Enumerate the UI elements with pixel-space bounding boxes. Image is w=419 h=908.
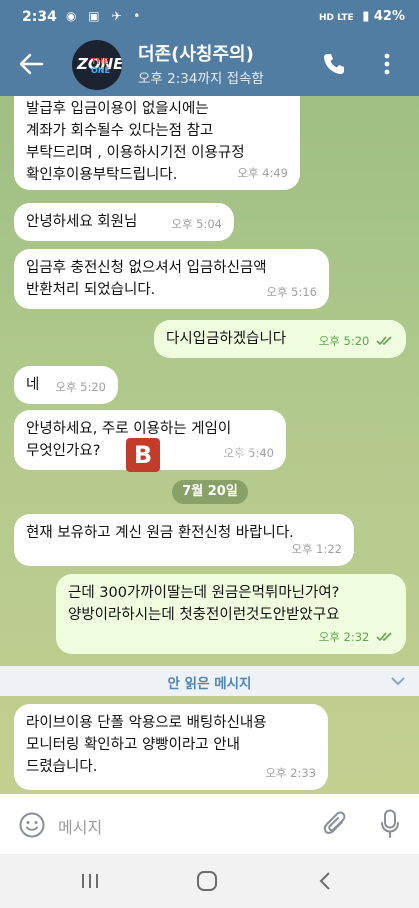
message-bubble[interactable]: 발급후 입금이용이 없을시에는 계좌가 회수될수 있다는점 참고 부탁드리며 ,… [14, 96, 300, 190]
message-time: 오후 2:33 [265, 766, 316, 780]
signal-icon: ▮ [362, 9, 370, 24]
unread-label: 안 읽은 메시지 [167, 676, 252, 692]
message-time: 오후 4:49 [237, 166, 288, 180]
chat-area[interactable]: 발급후 입금이용이 없을시에는 계좌가 회수될수 있다는점 참고 부탁드리며 ,… [0, 96, 419, 794]
chevron-down-icon[interactable] [391, 675, 405, 687]
message-text: 안녕하세요, 주로 이용하는 게임이 [26, 421, 232, 437]
microphone-icon[interactable] [380, 809, 400, 839]
unread-divider: 안 읽은 메시지 [0, 666, 419, 696]
message-text: 입금후 충전신청 없으셔서 입금하신금액 [26, 260, 267, 276]
message-time-text: 오후 5:20 [318, 334, 370, 348]
message-text: 라이브이용 단폴 악용으로 배팅하신내용 [26, 715, 267, 731]
phone-icon[interactable] [322, 52, 346, 76]
battery-level: 42% [373, 9, 405, 24]
message-time: 오후 2:32 [319, 626, 394, 648]
message-text: 근데 300가까이딸는데 원금은먹튀마닌가여? [68, 585, 340, 601]
watermark-logo: B [126, 438, 160, 472]
system-nav-bar [0, 854, 419, 908]
status-bar: 2:34 ◉ ▣ ✈ • HD LTE ▮ 42% [0, 0, 419, 34]
home-icon[interactable] [196, 870, 218, 892]
message-text: 계좌가 회수될수 있다는점 참고 [26, 123, 214, 139]
notification-icons: ◉ ▣ ✈ • [66, 9, 145, 23]
emoji-icon[interactable] [19, 812, 45, 838]
message-bubble[interactable]: 네 오후 5:20 [14, 366, 118, 404]
date-divider: 7월 20일 [172, 480, 248, 504]
double-check-icon [376, 336, 392, 346]
message-text: 모니터링 확인하고 양빵이라고 안내 [26, 737, 240, 753]
double-check-icon [376, 632, 392, 642]
message-bubble-outgoing[interactable]: 다시입금하겠습니다 오후 5:20 [154, 320, 406, 358]
message-time: 오후 5:20 [55, 380, 106, 394]
message-input[interactable]: 메시지 [58, 814, 102, 838]
message-bubble[interactable]: 현재 보유하고 계신 원금 환전신청 바랍니다. 오후 1:22 [14, 514, 354, 566]
status-right: HD LTE ▮ 42% [319, 9, 405, 24]
last-seen-status: 오후 2:34까지 접속함 [138, 71, 264, 87]
avatar-logo: ZONE THE ONE [77, 55, 122, 75]
status-time: 2:34 [22, 9, 57, 25]
message-text: 확인후이용부탁드립니다. [26, 167, 178, 183]
avatar-logo-top: THE [91, 57, 109, 66]
attach-icon[interactable] [322, 810, 348, 838]
message-time: 오후 1:22 [291, 542, 342, 556]
message-bubble[interactable]: 안녕하세요 회원님 오후 5:04 [14, 203, 234, 241]
message-bubble[interactable]: 라이브이용 단폴 악용으로 배팅하신내용 모니터링 확인하고 양빵이라고 안내 … [14, 704, 328, 790]
message-time-text: 오후 2:32 [318, 630, 370, 644]
watermark-text: 먹튀검증 [166, 448, 255, 473]
nav-back-icon[interactable] [318, 871, 332, 891]
network-indicator: HD LTE [318, 13, 354, 23]
message-text: 발급후 입금이용이 없을시에는 [26, 101, 209, 117]
message-time: 오후 5:04 [171, 217, 222, 231]
chat-header: ZONE THE ONE 더존(사칭주의) 오후 2:34까지 접속함 [0, 34, 419, 96]
message-input-bar: 메시지 [0, 794, 419, 854]
avatar[interactable]: ZONE THE ONE [72, 40, 122, 90]
message-bubble-outgoing[interactable]: 근데 300가까이딸는데 원금은먹튀마닌가여? 양방이라하시는데 첫충전이런것도… [56, 574, 406, 654]
message-time: 오후 5:20 [319, 330, 394, 352]
watermark: B 먹튀검증 [126, 438, 296, 473]
message-text: 양방이라하시는데 첫충전이런것도안받았구요 [68, 607, 340, 623]
back-arrow-icon[interactable] [18, 51, 44, 77]
message-time: 오후 5:16 [266, 285, 317, 299]
recent-apps-icon[interactable] [80, 872, 100, 890]
message-bubble[interactable]: 입금후 충전신청 없으셔서 입금하신금액 반환처리 되었습니다. 오후 5:16 [14, 249, 329, 309]
avatar-logo-bottom: ONE [91, 66, 110, 75]
message-text: 부탁드리며 , 이용하시기전 이용규정 [26, 145, 245, 161]
chat-title[interactable]: 더존(사칭주의) [138, 40, 254, 66]
more-options-icon[interactable] [384, 52, 390, 76]
